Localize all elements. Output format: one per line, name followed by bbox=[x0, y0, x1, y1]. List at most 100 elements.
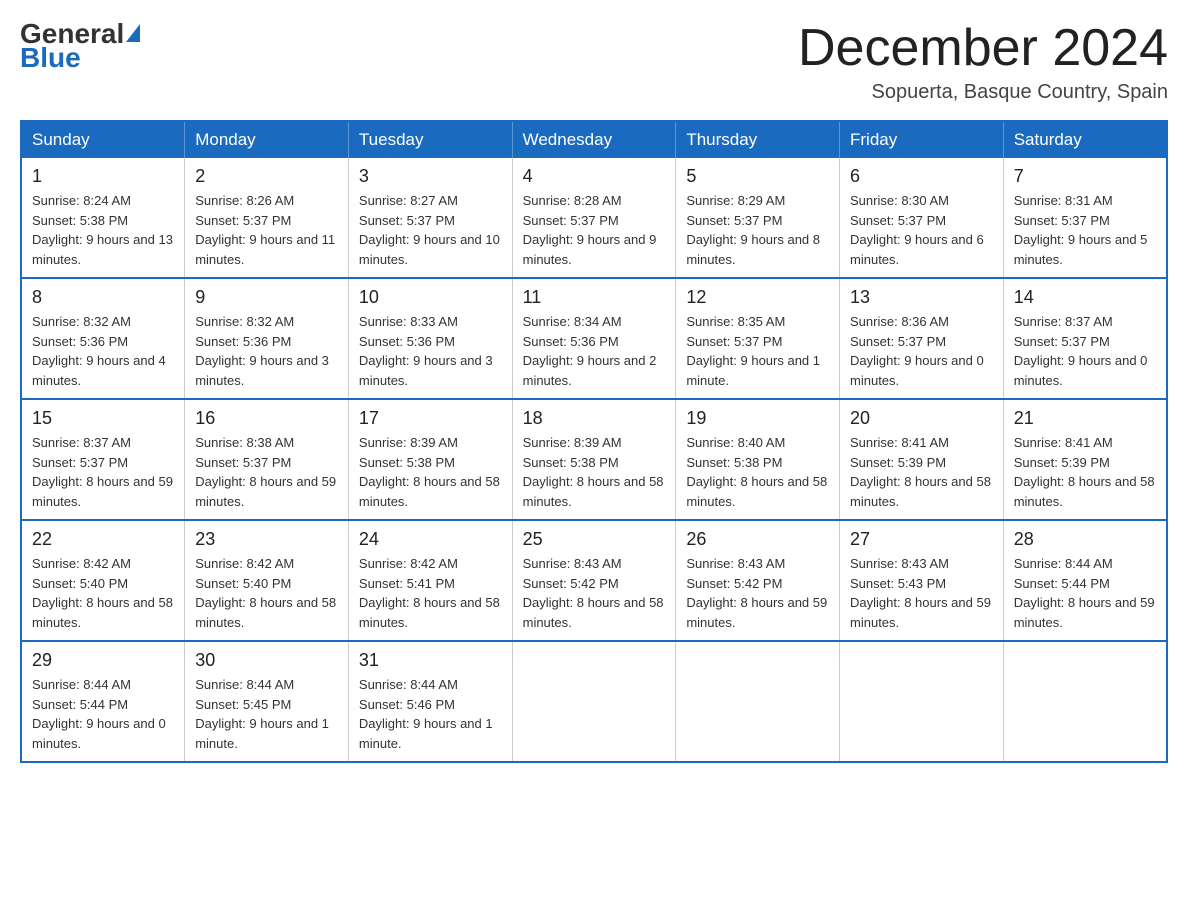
sunset-text: Sunset: 5:36 PM bbox=[359, 332, 502, 352]
table-row: 28 Sunrise: 8:44 AM Sunset: 5:44 PM Dayl… bbox=[1003, 520, 1167, 641]
sunrise-text: Sunrise: 8:44 AM bbox=[1014, 554, 1156, 574]
day-number: 3 bbox=[359, 166, 502, 187]
day-number: 29 bbox=[32, 650, 174, 671]
sunrise-text: Sunrise: 8:40 AM bbox=[686, 433, 829, 453]
table-row: 9 Sunrise: 8:32 AM Sunset: 5:36 PM Dayli… bbox=[185, 278, 349, 399]
table-row: 18 Sunrise: 8:39 AM Sunset: 5:38 PM Dayl… bbox=[512, 399, 676, 520]
location-text: Sopuerta, Basque Country, Spain bbox=[798, 81, 1168, 104]
day-number: 8 bbox=[32, 287, 174, 308]
day-info: Sunrise: 8:43 AM Sunset: 5:43 PM Dayligh… bbox=[850, 554, 993, 632]
table-row: 15 Sunrise: 8:37 AM Sunset: 5:37 PM Dayl… bbox=[21, 399, 185, 520]
table-row bbox=[512, 641, 676, 762]
sunrise-text: Sunrise: 8:30 AM bbox=[850, 191, 993, 211]
table-row: 23 Sunrise: 8:42 AM Sunset: 5:40 PM Dayl… bbox=[185, 520, 349, 641]
daylight-text: Daylight: 8 hours and 59 minutes. bbox=[686, 593, 829, 632]
sunrise-text: Sunrise: 8:35 AM bbox=[686, 312, 829, 332]
sunrise-text: Sunrise: 8:29 AM bbox=[686, 191, 829, 211]
daylight-text: Daylight: 9 hours and 1 minute. bbox=[686, 351, 829, 390]
sunset-text: Sunset: 5:42 PM bbox=[523, 574, 666, 594]
sunset-text: Sunset: 5:37 PM bbox=[523, 211, 666, 231]
daylight-text: Daylight: 9 hours and 1 minute. bbox=[195, 714, 338, 753]
sunset-text: Sunset: 5:40 PM bbox=[195, 574, 338, 594]
calendar-week-row: 1 Sunrise: 8:24 AM Sunset: 5:38 PM Dayli… bbox=[21, 158, 1167, 278]
table-row: 31 Sunrise: 8:44 AM Sunset: 5:46 PM Dayl… bbox=[348, 641, 512, 762]
sunset-text: Sunset: 5:37 PM bbox=[32, 453, 174, 473]
sunset-text: Sunset: 5:36 PM bbox=[195, 332, 338, 352]
daylight-text: Daylight: 9 hours and 2 minutes. bbox=[523, 351, 666, 390]
sunrise-text: Sunrise: 8:43 AM bbox=[850, 554, 993, 574]
sunset-text: Sunset: 5:44 PM bbox=[32, 695, 174, 715]
sunset-text: Sunset: 5:45 PM bbox=[195, 695, 338, 715]
daylight-text: Daylight: 9 hours and 0 minutes. bbox=[1014, 351, 1156, 390]
sunrise-text: Sunrise: 8:27 AM bbox=[359, 191, 502, 211]
day-number: 11 bbox=[523, 287, 666, 308]
table-row: 3 Sunrise: 8:27 AM Sunset: 5:37 PM Dayli… bbox=[348, 158, 512, 278]
day-info: Sunrise: 8:37 AM Sunset: 5:37 PM Dayligh… bbox=[32, 433, 174, 511]
sunset-text: Sunset: 5:36 PM bbox=[523, 332, 666, 352]
sunset-text: Sunset: 5:39 PM bbox=[850, 453, 993, 473]
day-info: Sunrise: 8:31 AM Sunset: 5:37 PM Dayligh… bbox=[1014, 191, 1156, 269]
table-row: 4 Sunrise: 8:28 AM Sunset: 5:37 PM Dayli… bbox=[512, 158, 676, 278]
day-info: Sunrise: 8:26 AM Sunset: 5:37 PM Dayligh… bbox=[195, 191, 338, 269]
daylight-text: Daylight: 8 hours and 58 minutes. bbox=[686, 472, 829, 511]
table-row: 21 Sunrise: 8:41 AM Sunset: 5:39 PM Dayl… bbox=[1003, 399, 1167, 520]
sunset-text: Sunset: 5:37 PM bbox=[850, 211, 993, 231]
day-info: Sunrise: 8:44 AM Sunset: 5:46 PM Dayligh… bbox=[359, 675, 502, 753]
sunset-text: Sunset: 5:37 PM bbox=[1014, 332, 1156, 352]
day-number: 22 bbox=[32, 529, 174, 550]
day-number: 16 bbox=[195, 408, 338, 429]
col-tuesday: Tuesday bbox=[348, 121, 512, 158]
daylight-text: Daylight: 9 hours and 0 minutes. bbox=[850, 351, 993, 390]
day-number: 19 bbox=[686, 408, 829, 429]
day-info: Sunrise: 8:34 AM Sunset: 5:36 PM Dayligh… bbox=[523, 312, 666, 390]
calendar-week-row: 22 Sunrise: 8:42 AM Sunset: 5:40 PM Dayl… bbox=[21, 520, 1167, 641]
sunrise-text: Sunrise: 8:44 AM bbox=[195, 675, 338, 695]
day-info: Sunrise: 8:32 AM Sunset: 5:36 PM Dayligh… bbox=[32, 312, 174, 390]
daylight-text: Daylight: 8 hours and 58 minutes. bbox=[1014, 472, 1156, 511]
logo-triangle-icon bbox=[126, 24, 140, 42]
daylight-text: Daylight: 8 hours and 59 minutes. bbox=[32, 472, 174, 511]
col-wednesday: Wednesday bbox=[512, 121, 676, 158]
daylight-text: Daylight: 9 hours and 13 minutes. bbox=[32, 230, 174, 269]
table-row: 2 Sunrise: 8:26 AM Sunset: 5:37 PM Dayli… bbox=[185, 158, 349, 278]
calendar-week-row: 29 Sunrise: 8:44 AM Sunset: 5:44 PM Dayl… bbox=[21, 641, 1167, 762]
day-info: Sunrise: 8:39 AM Sunset: 5:38 PM Dayligh… bbox=[523, 433, 666, 511]
day-info: Sunrise: 8:43 AM Sunset: 5:42 PM Dayligh… bbox=[523, 554, 666, 632]
table-row: 14 Sunrise: 8:37 AM Sunset: 5:37 PM Dayl… bbox=[1003, 278, 1167, 399]
day-number: 14 bbox=[1014, 287, 1156, 308]
day-number: 10 bbox=[359, 287, 502, 308]
table-row: 17 Sunrise: 8:39 AM Sunset: 5:38 PM Dayl… bbox=[348, 399, 512, 520]
logo: General Blue bbox=[20, 20, 140, 72]
day-number: 7 bbox=[1014, 166, 1156, 187]
daylight-text: Daylight: 8 hours and 58 minutes. bbox=[195, 593, 338, 632]
day-number: 5 bbox=[686, 166, 829, 187]
day-info: Sunrise: 8:44 AM Sunset: 5:44 PM Dayligh… bbox=[1014, 554, 1156, 632]
table-row bbox=[840, 641, 1004, 762]
col-monday: Monday bbox=[185, 121, 349, 158]
daylight-text: Daylight: 8 hours and 58 minutes. bbox=[32, 593, 174, 632]
daylight-text: Daylight: 9 hours and 11 minutes. bbox=[195, 230, 338, 269]
table-row: 10 Sunrise: 8:33 AM Sunset: 5:36 PM Dayl… bbox=[348, 278, 512, 399]
sunrise-text: Sunrise: 8:42 AM bbox=[195, 554, 338, 574]
sunrise-text: Sunrise: 8:32 AM bbox=[195, 312, 338, 332]
table-row: 20 Sunrise: 8:41 AM Sunset: 5:39 PM Dayl… bbox=[840, 399, 1004, 520]
table-row: 27 Sunrise: 8:43 AM Sunset: 5:43 PM Dayl… bbox=[840, 520, 1004, 641]
sunset-text: Sunset: 5:44 PM bbox=[1014, 574, 1156, 594]
day-number: 12 bbox=[686, 287, 829, 308]
day-info: Sunrise: 8:36 AM Sunset: 5:37 PM Dayligh… bbox=[850, 312, 993, 390]
sunset-text: Sunset: 5:38 PM bbox=[359, 453, 502, 473]
daylight-text: Daylight: 9 hours and 3 minutes. bbox=[359, 351, 502, 390]
day-info: Sunrise: 8:33 AM Sunset: 5:36 PM Dayligh… bbox=[359, 312, 502, 390]
sunset-text: Sunset: 5:43 PM bbox=[850, 574, 993, 594]
daylight-text: Daylight: 9 hours and 3 minutes. bbox=[195, 351, 338, 390]
day-info: Sunrise: 8:41 AM Sunset: 5:39 PM Dayligh… bbox=[850, 433, 993, 511]
sunrise-text: Sunrise: 8:44 AM bbox=[359, 675, 502, 695]
daylight-text: Daylight: 9 hours and 8 minutes. bbox=[686, 230, 829, 269]
sunset-text: Sunset: 5:37 PM bbox=[195, 211, 338, 231]
table-row: 26 Sunrise: 8:43 AM Sunset: 5:42 PM Dayl… bbox=[676, 520, 840, 641]
sunset-text: Sunset: 5:46 PM bbox=[359, 695, 502, 715]
sunrise-text: Sunrise: 8:43 AM bbox=[523, 554, 666, 574]
sunset-text: Sunset: 5:39 PM bbox=[1014, 453, 1156, 473]
sunset-text: Sunset: 5:38 PM bbox=[32, 211, 174, 231]
day-number: 21 bbox=[1014, 408, 1156, 429]
